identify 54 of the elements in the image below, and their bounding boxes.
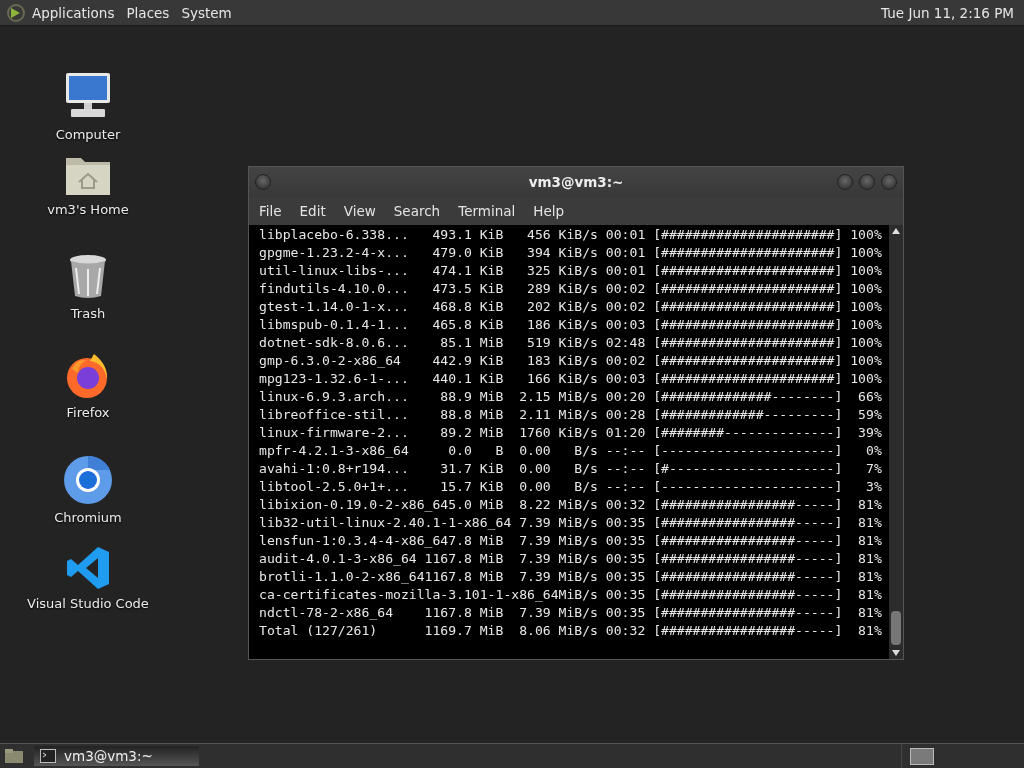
menu-item[interactable]: View bbox=[336, 201, 383, 221]
scrollbar[interactable] bbox=[889, 225, 903, 659]
terminal-line: avahi-1:0.8+r194... 31.7 KiB 0.00 B/s --:-- [#---------------------] 7% bbox=[259, 460, 882, 478]
menu-item[interactable]: File bbox=[252, 201, 289, 221]
terminal-line: gpgme-1.23.2-4-x... 479.0 KiB 394 KiB/s 00:01 [######################] 100% bbox=[259, 244, 882, 262]
panel-menu[interactable]: Places bbox=[126, 4, 170, 21]
workspace-switcher[interactable] bbox=[910, 747, 934, 765]
terminal-line: lensfun-1:0.3.4-4-x86_647.8 MiB 7.39 MiB/s 00:35 [#################-----] 81% bbox=[259, 532, 882, 550]
icon-label[interactable]: vm3's Home bbox=[47, 202, 129, 217]
window-title: vm3@vm3:~ bbox=[528, 174, 624, 190]
terminal-line: mpg123-1.32.6-1-... 440.1 KiB 166 KiB/s 00:03 [######################] 100% bbox=[259, 370, 882, 388]
terminal-line: mpfr-4.2.1-3-x86_64 0.0 B 0.00 B/s --:-- [----------------------] 0% bbox=[259, 442, 882, 460]
terminal-line: audit-4.0.1-3-x86_64 1167.8 MiB 7.39 MiB/s 00:35 [#################-----] 81% bbox=[259, 550, 882, 568]
terminal-line: libtool-2.5.0+1+... 15.7 KiB 0.00 B/s --:-- [----------------------] 3% bbox=[259, 478, 882, 496]
scroll-thumb[interactable] bbox=[891, 611, 901, 645]
window-menu-button[interactable] bbox=[255, 174, 271, 190]
icon-label[interactable]: Chromium bbox=[54, 510, 122, 525]
show-desktop-icon[interactable] bbox=[4, 748, 24, 764]
maximize-button[interactable] bbox=[859, 174, 875, 190]
logo-icon[interactable] bbox=[6, 2, 26, 23]
terminal-line: ndctl-78-2-x86_64 1167.8 MiB 7.39 MiB/s 00:35 [#################-----] 81% bbox=[259, 604, 882, 622]
icon-label[interactable]: Trash bbox=[70, 306, 106, 321]
icon-label[interactable]: Visual Studio Code bbox=[27, 596, 149, 611]
menu-item[interactable]: Edit bbox=[292, 201, 333, 221]
trash-icon[interactable] bbox=[68, 254, 108, 300]
terminal-line: libixion-0.19.0-2-x86_645.0 MiB 8.22 MiB/s 00:32 [#################-----] 81% bbox=[259, 496, 882, 514]
terminal-line: dotnet-sdk-8.0.6... 85.1 MiB 519 KiB/s 02:48 [######################] 100% bbox=[259, 334, 882, 352]
terminal-line: libmspub-0.1.4-1... 465.8 KiB 186 KiB/s 00:03 [######################] 100% bbox=[259, 316, 882, 334]
terminal-line: linux-firmware-2... 89.2 MiB 1760 KiB/s 01:20 [########--------------] 39% bbox=[259, 424, 882, 442]
menu-item[interactable]: Help bbox=[526, 201, 572, 221]
terminal-line: lib32-util-linux-2.40.1-1-x86_64 7.39 MiB/s 00:35 [#################-----] 81% bbox=[259, 514, 882, 532]
menu-item[interactable]: Terminal bbox=[451, 201, 523, 221]
terminal-line: gtest-1.14.0-1-x... 468.8 KiB 202 KiB/s 00:02 [######################] 100% bbox=[259, 298, 882, 316]
panel-menu[interactable]: System bbox=[181, 4, 232, 21]
icon-label[interactable]: Firefox bbox=[66, 405, 110, 420]
task-button[interactable]: vm3@vm3:~ bbox=[34, 746, 199, 766]
terminal-line: libplacebo-6.338... 493.1 KiB 456 KiB/s 00:01 [######################] 100% bbox=[259, 226, 882, 244]
terminal-line: util-linux-libs-... 474.1 KiB 325 KiB/s 00:01 [######################] 100% bbox=[259, 262, 882, 280]
terminal-line: ca-certificates-mozilla-3.101-1-x86_64MiB/s 00:35 [#################-----] 81% bbox=[259, 586, 882, 604]
minimize-button[interactable] bbox=[837, 174, 853, 190]
vscode-icon[interactable] bbox=[66, 546, 110, 590]
menu-item[interactable]: Search bbox=[386, 201, 448, 221]
clock[interactable]: Tue Jun 11, 2:16 PM bbox=[881, 4, 1018, 21]
terminal-line: Total (127/261) 1169.7 MiB 8.06 MiB/s 00:32 [#################-----] 81% bbox=[259, 622, 882, 640]
icon-label[interactable]: Computer bbox=[55, 127, 121, 142]
terminal-line: gmp-6.3.0-2-x86_64 442.9 KiB 183 KiB/s 00:02 [######################] 100% bbox=[259, 352, 882, 370]
terminal-line: brotli-1.1.0-2-x86_641167.8 MiB 7.39 MiB/s 00:35 [#################-----] 81% bbox=[259, 568, 882, 586]
terminal-line: linux-6.9.3.arch... 88.9 MiB 2.15 MiB/s 00:20 [##############--------] 66% bbox=[259, 388, 882, 406]
close-button[interactable] bbox=[881, 174, 897, 190]
terminal-line: findutils-4.10.0... 473.5 KiB 289 KiB/s 00:02 [######################] 100% bbox=[259, 280, 882, 298]
terminal-icon bbox=[40, 749, 56, 763]
chromium-icon[interactable] bbox=[64, 456, 112, 504]
panel-menu[interactable]: Applications bbox=[32, 4, 115, 21]
terminal-line: libreoffice-stil... 88.8 MiB 2.11 MiB/s 00:28 [#############---------] 59% bbox=[259, 406, 882, 424]
